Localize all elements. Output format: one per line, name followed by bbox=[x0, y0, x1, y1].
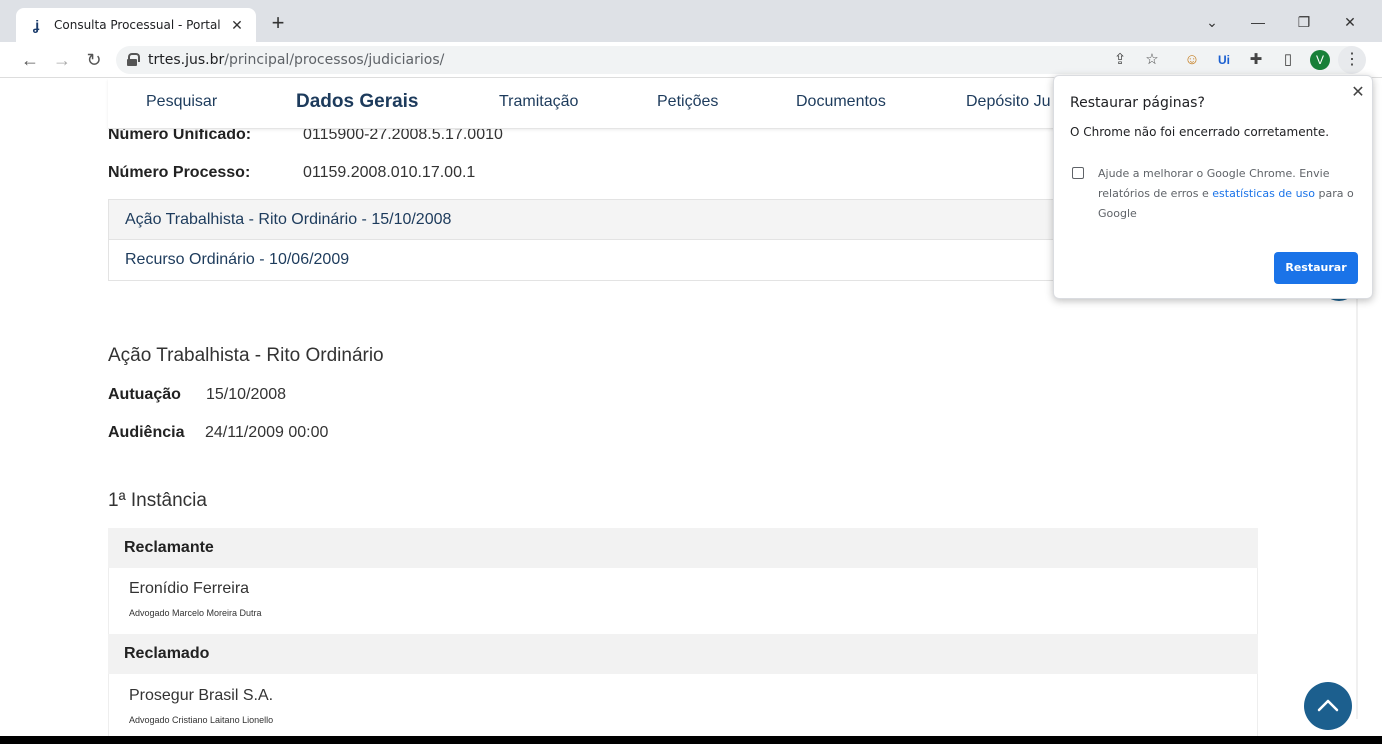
tab-dados-gerais[interactable]: Dados Gerais bbox=[296, 91, 419, 113]
address-bar[interactable]: trtes.jus.br/principal/processos/judicia… bbox=[116, 46, 1364, 74]
audiencia-value: 24/11/2009 00:00 bbox=[205, 424, 329, 441]
dialog-help-text: Ajude a melhorar o Google Chrome. Envie … bbox=[1098, 167, 1354, 220]
bookmark-star-icon[interactable]: ☆ bbox=[1142, 50, 1162, 70]
dialog-message: O Chrome não foi encerrado corretamente. bbox=[1070, 125, 1330, 139]
process-number-value: 01159.2008.010.17.00.1 bbox=[303, 164, 476, 181]
back-arrow-icon[interactable]: ← bbox=[18, 48, 42, 72]
right-edge-line bbox=[1356, 299, 1358, 719]
reclamado-header: Reclamado bbox=[108, 634, 1258, 674]
chevron-up-icon bbox=[1317, 699, 1339, 712]
forward-arrow-icon[interactable]: → bbox=[50, 48, 74, 72]
dialog-close-icon[interactable]: ✕ bbox=[1348, 82, 1368, 102]
instance-title: 1ª Instância bbox=[108, 490, 207, 511]
side-panel-icon[interactable]: ▯ bbox=[1278, 50, 1298, 70]
browser-tab[interactable]: ʝ Consulta Processual - Portal do T ✕ bbox=[16, 8, 256, 42]
browser-toolbar: ← → ↻ trtes.jus.br/principal/processos/j… bbox=[0, 42, 1382, 78]
extension-face-icon[interactable]: ☺ bbox=[1182, 50, 1202, 70]
extensions-puzzle-icon[interactable]: ✚ bbox=[1246, 50, 1266, 70]
reclamado-name: Prosegur Brasil S.A. bbox=[129, 687, 274, 704]
tab-peticoes[interactable]: Petições bbox=[657, 93, 718, 111]
phase-item-acao-trabalhista[interactable]: Ação Trabalhista - Rito Ordinário - 15/1… bbox=[109, 200, 1067, 240]
new-tab-button[interactable]: + bbox=[266, 12, 290, 36]
minimize-button[interactable]: — bbox=[1236, 10, 1280, 34]
dialog-title: Restaurar páginas? bbox=[1070, 95, 1205, 111]
phase-item-recurso-ordinario[interactable]: Recurso Ordinário - 10/06/2009 bbox=[109, 240, 1067, 280]
tab-deposito[interactable]: Depósito Ju bbox=[966, 93, 1051, 111]
reclamante-header: Reclamante bbox=[108, 528, 1258, 568]
autuacao-label: Autuação bbox=[108, 386, 181, 403]
process-number-label: Número Processo: bbox=[108, 164, 251, 181]
audiencia-label: Audiência bbox=[108, 424, 185, 441]
scroll-to-top-button[interactable] bbox=[1304, 682, 1352, 730]
tab-search-chevron-icon[interactable]: ⌄ bbox=[1190, 10, 1234, 34]
reclamante-body bbox=[108, 568, 1258, 634]
detail-title: Ação Trabalhista - Rito Ordinário bbox=[108, 345, 384, 366]
share-icon[interactable]: ⇪ bbox=[1110, 50, 1130, 70]
tab-tramitacao[interactable]: Tramitação bbox=[499, 93, 578, 111]
close-window-button[interactable]: ✕ bbox=[1328, 10, 1372, 34]
reclamante-lawyer: Advogado Marcelo Moreira Dutra bbox=[129, 608, 262, 618]
restore-window-button[interactable]: ❐ bbox=[1282, 10, 1326, 34]
reclamado-body bbox=[108, 674, 1258, 736]
tab-documentos[interactable]: Documentos bbox=[796, 93, 886, 111]
restore-button[interactable]: Restaurar bbox=[1274, 252, 1358, 284]
autuacao-value: 15/10/2008 bbox=[206, 386, 287, 403]
tab-title: Consulta Processual - Portal do T bbox=[54, 18, 224, 32]
bottom-black-bar bbox=[0, 736, 1382, 744]
lock-icon bbox=[126, 53, 140, 67]
tab-pesquisar[interactable]: Pesquisar bbox=[146, 93, 217, 111]
site-favicon-icon: ʝ bbox=[32, 17, 40, 33]
profile-avatar[interactable]: V bbox=[1310, 50, 1330, 70]
url-text: trtes.jus.br/principal/processos/judicia… bbox=[148, 52, 445, 68]
chrome-menu-icon[interactable]: ⋮ bbox=[1338, 46, 1366, 74]
uipath-extension-icon[interactable]: Ui bbox=[1214, 50, 1234, 70]
phase-list: Ação Trabalhista - Rito Ordinário - 15/1… bbox=[108, 199, 1068, 281]
reclamante-name: Eronídio Ferreira bbox=[129, 580, 250, 597]
tab-close-icon[interactable]: ✕ bbox=[228, 16, 246, 34]
report-errors-checkbox[interactable] bbox=[1072, 167, 1084, 179]
browser-tab-bar: ʝ Consulta Processual - Portal do T ✕ + … bbox=[0, 0, 1382, 42]
restore-pages-dialog: Restaurar páginas? ✕ O Chrome não foi en… bbox=[1053, 75, 1373, 299]
reload-icon[interactable]: ↻ bbox=[82, 48, 106, 72]
usage-stats-link[interactable]: estatísticas de uso bbox=[1212, 187, 1315, 200]
reclamado-lawyer: Advogado Cristiano Laitano Lionello bbox=[129, 715, 274, 725]
